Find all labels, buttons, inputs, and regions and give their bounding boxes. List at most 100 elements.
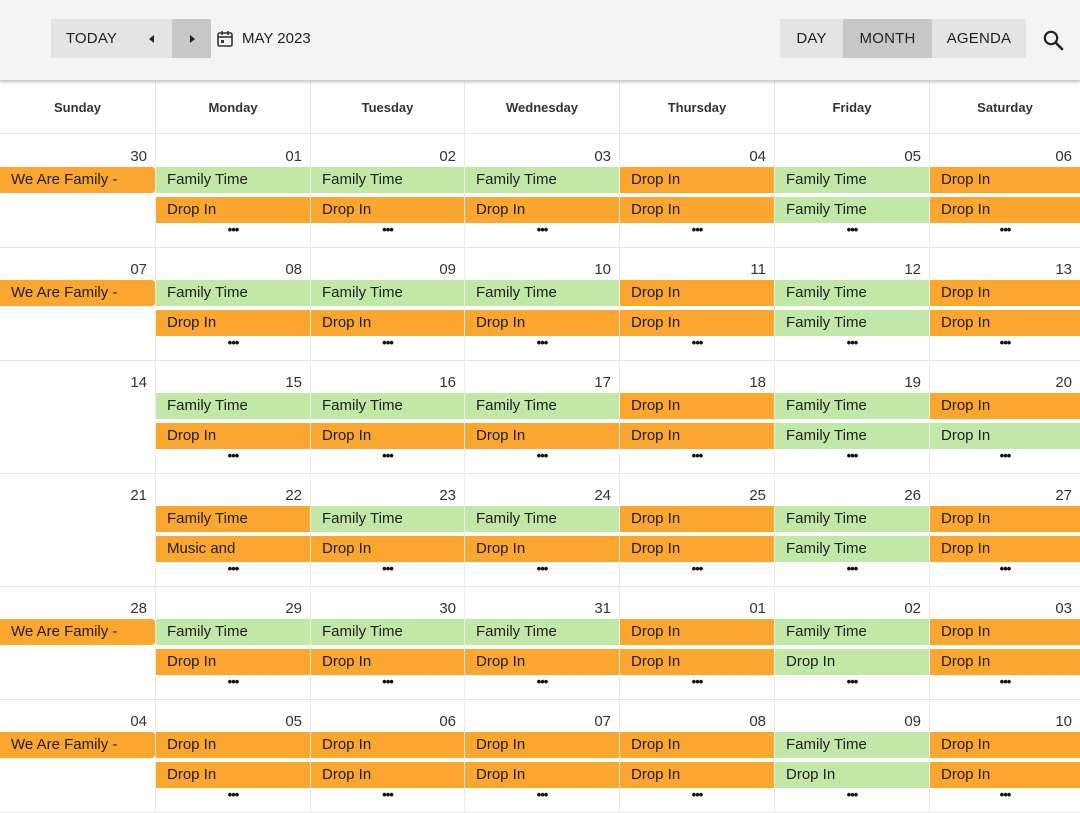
date-number[interactable]: 17 — [594, 374, 611, 391]
event-chip[interactable]: Drop In — [930, 649, 1080, 675]
more-events-button[interactable]: ••• — [930, 449, 1080, 463]
day-cell[interactable]: 01 Family Time Drop In ••• — [155, 134, 310, 247]
more-events-button[interactable]: ••• — [620, 788, 774, 802]
event-chip[interactable]: Drop In — [620, 506, 774, 532]
date-number[interactable]: 26 — [904, 487, 921, 504]
day-cell[interactable]: 29 Family Time Drop In ••• — [155, 586, 310, 699]
event-chip[interactable]: Family Time — [775, 167, 929, 193]
event-chip[interactable]: Drop In — [311, 197, 464, 223]
more-events-button[interactable]: ••• — [465, 223, 619, 237]
event-chip[interactable]: Drop In — [465, 732, 619, 758]
more-events-button[interactable]: ••• — [775, 449, 929, 463]
day-cell[interactable]: 30 We Are Family - — [0, 134, 155, 247]
day-cell[interactable]: 20 Drop In Drop In ••• — [929, 360, 1080, 473]
event-chip[interactable]: Family Time — [775, 423, 929, 449]
day-cell[interactable]: 15 Family Time Drop In ••• — [155, 360, 310, 473]
event-chip[interactable]: Drop In — [465, 423, 619, 449]
event-chip[interactable]: Drop In — [775, 649, 929, 675]
event-chip[interactable]: We Are Family - — [0, 619, 155, 645]
day-cell[interactable]: 14 — [0, 360, 155, 473]
day-cell[interactable]: 26 Family Time Family Time ••• — [774, 473, 929, 586]
date-number[interactable]: 08 — [749, 713, 766, 730]
more-events-button[interactable]: ••• — [930, 223, 1080, 237]
more-events-button[interactable]: ••• — [156, 675, 310, 689]
more-events-button[interactable]: ••• — [775, 223, 929, 237]
day-cell[interactable]: 04 We Are Family - — [0, 699, 155, 812]
day-cell[interactable]: 06 Drop In Drop In ••• — [929, 134, 1080, 247]
event-chip[interactable]: Drop In — [156, 423, 310, 449]
event-chip[interactable]: Family Time — [775, 197, 929, 223]
day-cell[interactable]: 10 Family Time Drop In ••• — [464, 247, 619, 360]
day-cell[interactable]: 24 Family Time Drop In ••• — [464, 473, 619, 586]
event-chip[interactable]: Family Time — [775, 732, 929, 758]
date-number[interactable]: 06 — [1055, 148, 1072, 165]
event-chip[interactable]: Family Time — [156, 506, 310, 532]
more-events-button[interactable]: ••• — [156, 449, 310, 463]
date-number[interactable]: 03 — [1055, 600, 1072, 617]
date-number[interactable]: 10 — [594, 261, 611, 278]
day-cell[interactable]: 30 Family Time Drop In ••• — [310, 586, 464, 699]
date-number[interactable]: 30 — [439, 600, 456, 617]
date-number[interactable]: 25 — [749, 487, 766, 504]
event-chip[interactable]: Drop In — [156, 197, 310, 223]
event-chip[interactable]: Music and — [156, 536, 310, 562]
date-number[interactable]: 16 — [439, 374, 456, 391]
event-chip[interactable]: Drop In — [930, 762, 1080, 788]
event-chip[interactable]: Drop In — [465, 536, 619, 562]
event-chip[interactable]: Drop In — [465, 649, 619, 675]
more-events-button[interactable]: ••• — [620, 675, 774, 689]
date-number[interactable]: 04 — [130, 713, 147, 730]
event-chip[interactable]: Family Time — [775, 280, 929, 306]
event-chip[interactable]: Drop In — [620, 197, 774, 223]
event-chip[interactable]: Drop In — [156, 649, 310, 675]
date-number[interactable]: 19 — [904, 374, 921, 391]
date-number[interactable]: 01 — [285, 148, 302, 165]
event-chip[interactable]: Family Time — [465, 167, 619, 193]
event-chip[interactable]: Drop In — [930, 619, 1080, 645]
more-events-button[interactable]: ••• — [311, 675, 464, 689]
date-number[interactable]: 24 — [594, 487, 611, 504]
date-number[interactable]: 23 — [439, 487, 456, 504]
event-chip[interactable]: Drop In — [465, 762, 619, 788]
more-events-button[interactable]: ••• — [775, 562, 929, 576]
date-number[interactable]: 31 — [594, 600, 611, 617]
event-chip[interactable]: Family Time — [775, 393, 929, 419]
day-cell[interactable]: 07 We Are Family - — [0, 247, 155, 360]
date-number[interactable]: 22 — [285, 487, 302, 504]
day-cell[interactable]: 10 Drop In Drop In ••• — [929, 699, 1080, 812]
date-number[interactable]: 13 — [1055, 261, 1072, 278]
date-number[interactable]: 20 — [1055, 374, 1072, 391]
event-chip[interactable]: Drop In — [620, 280, 774, 306]
search-icon[interactable] — [1040, 27, 1066, 53]
more-events-button[interactable]: ••• — [775, 788, 929, 802]
event-chip[interactable]: Family Time — [465, 280, 619, 306]
event-chip[interactable]: Drop In — [620, 762, 774, 788]
more-events-button[interactable]: ••• — [620, 223, 774, 237]
event-chip[interactable]: Family Time — [465, 619, 619, 645]
more-events-button[interactable]: ••• — [775, 675, 929, 689]
day-cell[interactable]: 05 Family Time Family Time ••• — [774, 134, 929, 247]
day-cell[interactable]: 28 We Are Family - — [0, 586, 155, 699]
date-number[interactable]: 05 — [285, 713, 302, 730]
event-chip[interactable]: Drop In — [620, 393, 774, 419]
day-cell[interactable]: 25 Drop In Drop In ••• — [619, 473, 774, 586]
more-events-button[interactable]: ••• — [775, 336, 929, 350]
event-chip[interactable]: Drop In — [620, 167, 774, 193]
event-chip[interactable]: Family Time — [775, 619, 929, 645]
day-cell[interactable]: 11 Drop In Drop In ••• — [619, 247, 774, 360]
day-cell[interactable]: 01 Drop In Drop In ••• — [619, 586, 774, 699]
day-cell[interactable]: 19 Family Time Family Time ••• — [774, 360, 929, 473]
date-number[interactable]: 01 — [749, 600, 766, 617]
date-number[interactable]: 14 — [130, 374, 147, 391]
day-cell[interactable]: 08 Family Time Drop In ••• — [155, 247, 310, 360]
next-button[interactable] — [172, 19, 211, 58]
date-number[interactable]: 18 — [749, 374, 766, 391]
day-cell[interactable]: 08 Drop In Drop In ••• — [619, 699, 774, 812]
more-events-button[interactable]: ••• — [620, 336, 774, 350]
event-chip[interactable]: Drop In — [311, 536, 464, 562]
day-cell[interactable]: 05 Drop In Drop In ••• — [155, 699, 310, 812]
event-chip[interactable]: Drop In — [930, 423, 1080, 449]
more-events-button[interactable]: ••• — [930, 336, 1080, 350]
more-events-button[interactable]: ••• — [465, 562, 619, 576]
day-cell[interactable]: 27 Drop In Drop In ••• — [929, 473, 1080, 586]
